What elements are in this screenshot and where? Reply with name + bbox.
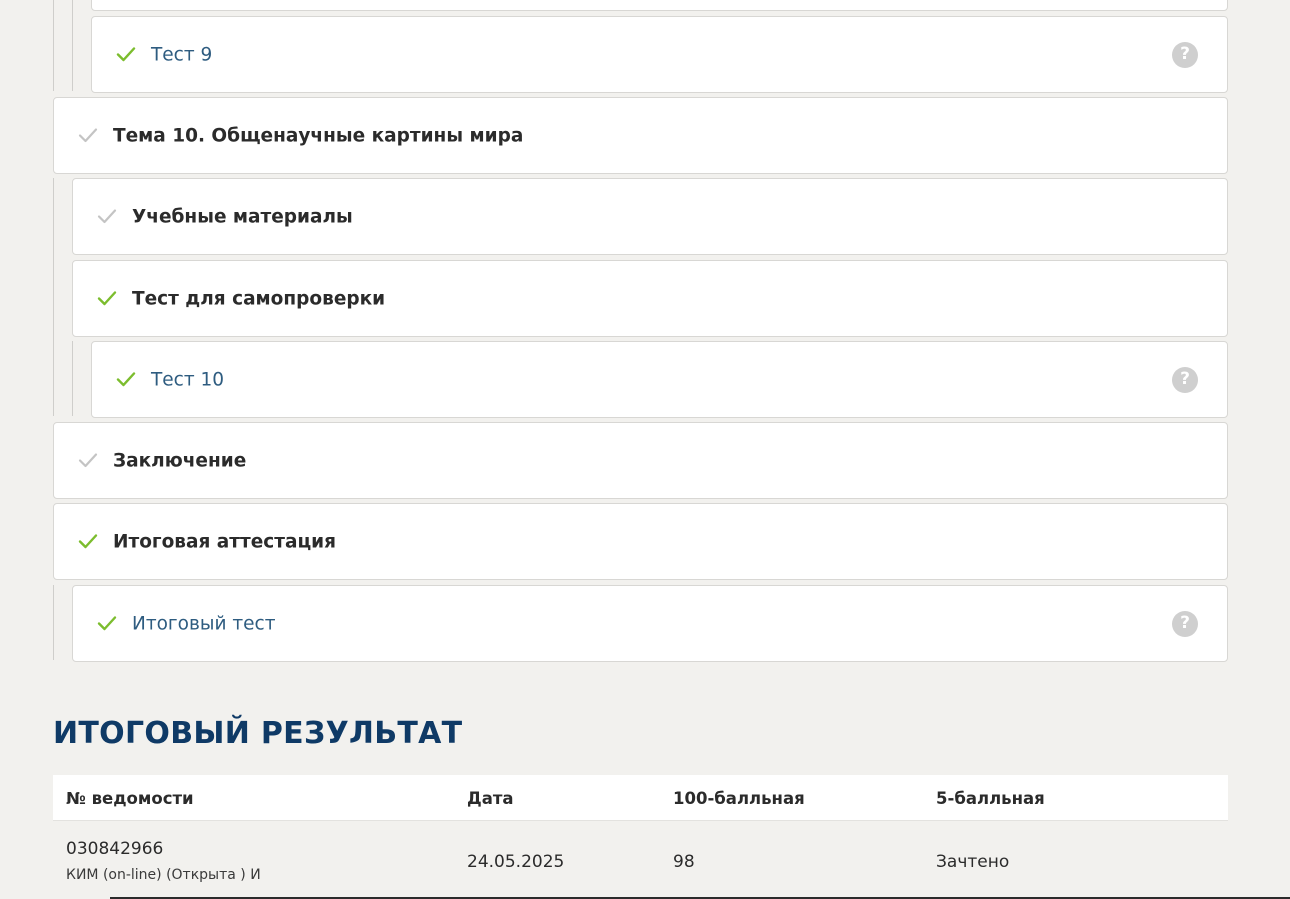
check-icon <box>78 450 98 470</box>
help-icon[interactable]: ? <box>1172 366 1198 393</box>
tree-guide-line <box>72 341 73 416</box>
check-icon <box>116 369 136 389</box>
check-icon <box>78 125 98 145</box>
course-item-materials[interactable]: Учебные материалы <box>72 178 1228 255</box>
result-date: 24.05.2025 <box>467 852 565 872</box>
course-item-test-9[interactable]: Тест 9 ? <box>91 16 1228 93</box>
tree-guide-line <box>53 585 54 660</box>
check-icon <box>116 44 136 64</box>
tree-guide-line <box>53 178 54 416</box>
check-icon <box>97 288 117 308</box>
course-item-title[interactable]: Тест 9 <box>151 44 212 65</box>
sheet-number: 030842966 <box>66 839 164 859</box>
help-icon[interactable]: ? <box>1172 610 1198 637</box>
course-item-title: Заключение <box>113 450 247 471</box>
course-item-conclusion[interactable]: Заключение <box>53 422 1228 499</box>
score-5: Зачтено <box>936 852 1010 872</box>
course-item-title: Тест для самопроверки <box>132 288 386 309</box>
column-header-score100: 100-балльная <box>673 789 805 808</box>
course-item-title[interactable]: Итоговый тест <box>132 613 276 634</box>
sheet-note: КИМ (on-line) (Открыта ) И <box>66 867 261 883</box>
course-item-title: Тема 10. Общенаучные картины мира <box>113 125 524 146</box>
help-icon[interactable]: ? <box>1172 41 1198 68</box>
score-100: 98 <box>673 852 695 872</box>
column-header-score5: 5-балльная <box>936 789 1045 808</box>
course-item-selftest[interactable]: Тест для самопроверки <box>72 260 1228 337</box>
course-item-title: Учебные материалы <box>132 206 353 227</box>
course-item-final-test[interactable]: Итоговый тест ? <box>72 585 1228 662</box>
tree-guide-line <box>72 0 73 91</box>
table-header: № ведомости Дата 100-балльная 5-балльная <box>53 775 1228 821</box>
column-header-date: Дата <box>467 789 514 808</box>
course-item-topic-10[interactable]: Тема 10. Общенаучные картины мира <box>53 97 1228 174</box>
column-header-sheet: № ведомости <box>66 789 194 808</box>
check-icon <box>97 613 117 633</box>
final-result-table: № ведомости Дата 100-балльная 5-балльная… <box>53 775 1228 899</box>
check-icon <box>97 206 117 226</box>
tree-guide-line <box>53 0 54 91</box>
check-icon <box>78 531 98 551</box>
course-item-title: Итоговая аттестация <box>113 531 337 552</box>
course-item-test-10[interactable]: Тест 10 ? <box>91 341 1228 418</box>
course-page: Тест 9 ? Тема 10. Общенаучные картины ми… <box>0 0 1290 899</box>
course-item-final-attestation[interactable]: Итоговая аттестация <box>53 503 1228 580</box>
table-row: 030842966 КИМ (on-line) (Открыта ) И 24.… <box>53 821 1228 899</box>
course-item-title[interactable]: Тест 10 <box>151 369 224 390</box>
final-result-title: ИТОГОВЫЙ РЕЗУЛЬТАТ <box>53 716 463 751</box>
previous-item-card <box>91 0 1228 11</box>
